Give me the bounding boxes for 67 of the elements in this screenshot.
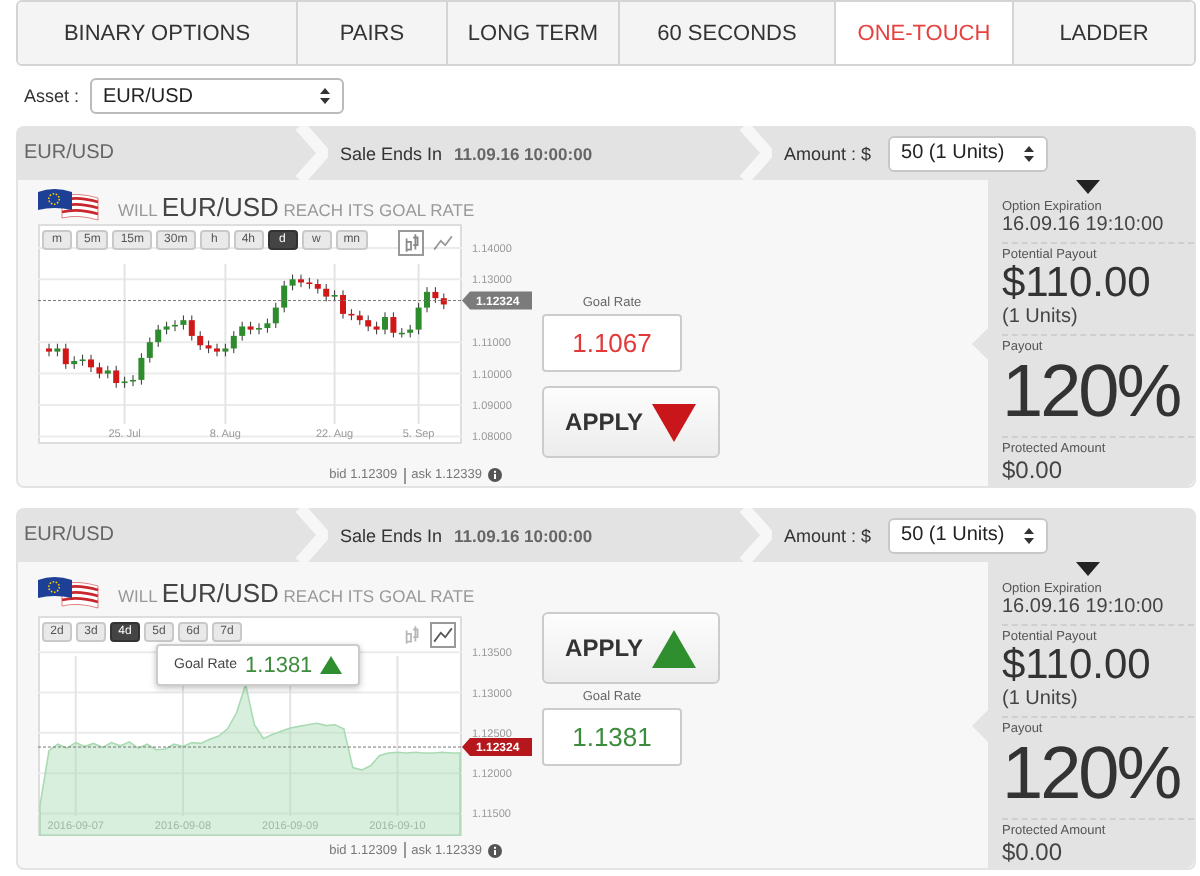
candlestick [256, 322, 262, 335]
payout-percent: 120% [1002, 354, 1182, 430]
tab[interactable]: BINARY OPTIONS [18, 2, 296, 64]
candlestick [272, 302, 279, 329]
line-chart-icon[interactable] [430, 622, 456, 648]
candlestick [197, 330, 204, 351]
question-text: WILL EUR/USD REACH ITS GOAL RATE [118, 191, 475, 222]
goal-rate-field[interactable]: 1.1381 [542, 708, 682, 766]
select-caret-icon [1023, 145, 1034, 161]
select-caret-icon [1023, 527, 1034, 543]
goal-rate-field[interactable]: 1.1067 [542, 314, 682, 373]
select-caret-icon [319, 88, 330, 104]
down-triangle-icon [652, 403, 697, 442]
flag-icon [38, 188, 102, 225]
potential-payout-amount: $110.00 [1002, 644, 1153, 688]
tooltip-value: 1.1381 [245, 653, 313, 677]
candlestick [298, 274, 304, 288]
asset-label: Asset : [24, 86, 80, 106]
expiration-time: 16.09.16 19:10:00 [1002, 214, 1166, 236]
candlestick [138, 352, 145, 386]
expiration-time: 16.09.16 19:10:00 [1002, 596, 1166, 618]
candlestick [340, 289, 346, 320]
amount-label: Amount : $ [784, 525, 872, 545]
amount-dropdown[interactable]: 50 (1 Units) [887, 517, 1048, 553]
question-text: WILL EUR/USD REACH ITS GOAL RATE [118, 578, 475, 608]
candlestick [62, 343, 69, 370]
candlestick [382, 311, 388, 335]
amount-dropdown[interactable]: 50 (1 Units) [887, 135, 1048, 171]
symbol-label: EUR/USD [24, 524, 115, 546]
candlestick [415, 302, 422, 335]
asset-dropdown[interactable]: EUR/USD [89, 78, 344, 114]
protected-amount: $0.00 [1002, 456, 1065, 484]
candlestick [424, 286, 430, 313]
tab[interactable]: 60 SECONDS [618, 2, 834, 64]
up-triangle-icon [652, 629, 697, 667]
units-text: (1 Units) [1002, 688, 1080, 710]
candlestick [188, 315, 195, 342]
apply-button[interactable]: APPLY [542, 386, 720, 459]
sale-end-time: 11.09.16 10:00:00 [454, 525, 593, 545]
candlestick [46, 343, 52, 357]
info-icon[interactable] [488, 468, 502, 483]
units-text: (1 Units) [1002, 306, 1080, 328]
apply-button[interactable]: APPLY [542, 612, 720, 684]
candlestick [113, 365, 120, 389]
candlestick-chart-icon[interactable] [398, 230, 424, 257]
tab[interactable]: LONG TERM [446, 2, 618, 64]
potential-payout-amount: $110.00 [1002, 262, 1153, 306]
up-triangle-icon [320, 656, 343, 674]
protected-amount: $0.00 [1002, 838, 1065, 866]
symbol-label: EUR/USD [24, 142, 115, 164]
amount-label: Amount : $ [784, 143, 872, 163]
tab[interactable]: PAIRS [296, 2, 446, 64]
sale-end-time: 11.09.16 10:00:00 [454, 143, 593, 163]
sale-ends-label: Sale Ends In [340, 525, 443, 545]
candlestick [88, 354, 94, 373]
candlestick [230, 330, 237, 354]
sale-ends-label: Sale Ends In [340, 143, 443, 163]
tab[interactable]: LADDER [1012, 2, 1194, 64]
flag-icon [38, 575, 102, 611]
candlestick [155, 324, 162, 348]
info-icon[interactable] [488, 843, 502, 857]
candlestick [281, 280, 288, 313]
candlestick [214, 343, 220, 357]
candlestick [146, 337, 153, 364]
payout-percent: 120% [1002, 736, 1182, 812]
candlestick [239, 321, 246, 342]
candlestick [390, 311, 397, 339]
